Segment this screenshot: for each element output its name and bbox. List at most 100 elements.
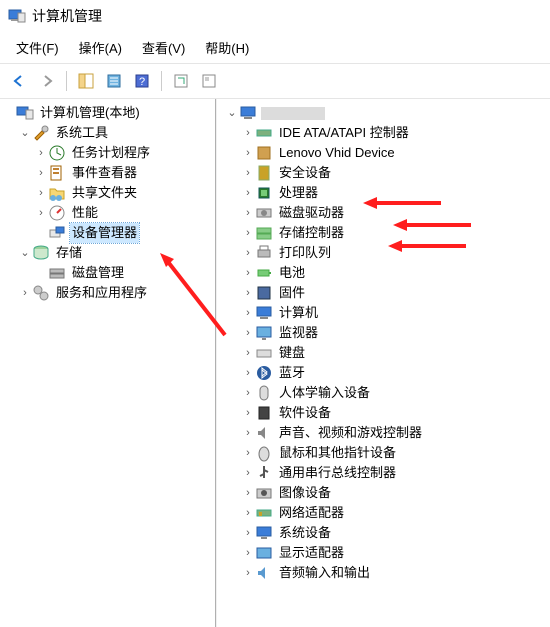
properties-button[interactable]	[101, 68, 127, 94]
dev-mice[interactable]: › 鼠标和其他指针设备	[225, 443, 548, 463]
forward-button[interactable]	[34, 68, 60, 94]
expand-twisty[interactable]: ›	[241, 423, 255, 443]
menu-view[interactable]: 查看(V)	[132, 34, 195, 61]
dev-hid[interactable]: › 人体学输入设备	[225, 383, 548, 403]
tree-event-viewer[interactable]: › 事件查看器	[2, 163, 213, 183]
help-button[interactable]: ?	[129, 68, 155, 94]
tree-label: 性能	[70, 203, 100, 223]
back-button[interactable]	[6, 68, 32, 94]
tree-services-apps[interactable]: › 服务和应用程序	[2, 283, 213, 303]
disk-drive-icon	[255, 204, 273, 222]
expand-twisty[interactable]: ›	[241, 463, 255, 483]
dev-batteries[interactable]: › 电池	[225, 263, 548, 283]
disk-mgmt-icon	[48, 264, 66, 282]
dev-audio-io[interactable]: › 音频输入和输出	[225, 563, 548, 583]
dev-storage-controllers[interactable]: › 存储控制器	[225, 223, 548, 243]
expand-twisty[interactable]: ›	[34, 203, 48, 223]
expand-twisty[interactable]: ›	[241, 363, 255, 383]
expand-twisty[interactable]: ›	[241, 163, 255, 183]
content-panes: 计算机管理(本地) ⌄ 系统工具 › 任务计划程序	[0, 99, 550, 627]
device-label: 图像设备	[277, 483, 333, 503]
tree-task-scheduler[interactable]: › 任务计划程序	[2, 143, 213, 163]
collapse-twisty[interactable]: ⌄	[225, 103, 239, 123]
expand-twisty[interactable]: ›	[241, 263, 255, 283]
battery-icon	[255, 264, 273, 282]
dev-disk-drives[interactable]: › 磁盘驱动器	[225, 203, 548, 223]
expand-twisty[interactable]: ›	[241, 443, 255, 463]
dev-system-devices[interactable]: › 系统设备	[225, 523, 548, 543]
tree-shared-folders[interactable]: › 共享文件夹	[2, 183, 213, 203]
dev-print-queues[interactable]: › 打印队列	[225, 243, 548, 263]
ide-icon	[255, 124, 273, 142]
expand-twisty[interactable]: ›	[34, 143, 48, 163]
dev-display-adapters[interactable]: › 显示适配器	[225, 543, 548, 563]
dev-network[interactable]: › 网络适配器	[225, 503, 548, 523]
dev-keyboards[interactable]: › 键盘	[225, 343, 548, 363]
expand-twisty[interactable]: ›	[241, 403, 255, 423]
tree-device-manager[interactable]: 设备管理器	[2, 223, 213, 243]
extra-button[interactable]	[196, 68, 222, 94]
tree-label: 事件查看器	[70, 163, 139, 183]
dev-bluetooth[interactable]: › 蓝牙	[225, 363, 548, 383]
expand-twisty[interactable]: ›	[241, 203, 255, 223]
expand-twisty[interactable]: ›	[241, 523, 255, 543]
expand-twisty[interactable]: ›	[241, 563, 255, 583]
dev-security[interactable]: › 安全设备	[225, 163, 548, 183]
collapse-twisty[interactable]: ⌄	[18, 123, 32, 143]
expand-twisty[interactable]: ›	[241, 303, 255, 323]
tree-system-tools[interactable]: ⌄ 系统工具	[2, 123, 213, 143]
expand-twisty[interactable]: ›	[241, 503, 255, 523]
tree-storage[interactable]: ⌄ 存储	[2, 243, 213, 263]
expand-twisty[interactable]: ›	[241, 323, 255, 343]
device-label: 安全设备	[277, 163, 333, 183]
expand-twisty[interactable]: ›	[241, 223, 255, 243]
tree-disk-management[interactable]: 磁盘管理	[2, 263, 213, 283]
expand-twisty[interactable]: ›	[18, 283, 32, 303]
device-tree-pane[interactable]: ⌄ › IDE ATA/ATAPI 控制器 › Lenovo Vhid Devi…	[216, 99, 550, 627]
console-tree[interactable]: 计算机管理(本地) ⌄ 系统工具 › 任务计划程序	[0, 99, 215, 307]
tree-label: 任务计划程序	[70, 143, 152, 163]
storage-controller-icon	[255, 224, 273, 242]
services-icon	[32, 284, 50, 302]
hid-icon	[255, 384, 273, 402]
expand-twisty[interactable]: ›	[241, 483, 255, 503]
menu-help[interactable]: 帮助(H)	[195, 34, 259, 61]
refresh-button[interactable]	[168, 68, 194, 94]
dev-software-devices[interactable]: › 软件设备	[225, 403, 548, 423]
window-title: 计算机管理	[32, 6, 102, 26]
expand-twisty[interactable]: ›	[34, 183, 48, 203]
dev-usb[interactable]: › 通用串行总线控制器	[225, 463, 548, 483]
tree-root-computer-management[interactable]: 计算机管理(本地)	[2, 103, 213, 123]
expand-twisty[interactable]: ›	[241, 343, 255, 363]
expand-twisty[interactable]: ›	[241, 243, 255, 263]
expand-twisty[interactable]: ›	[241, 183, 255, 203]
toolbar-divider	[161, 71, 162, 91]
expand-twisty[interactable]: ›	[241, 123, 255, 143]
dev-processors[interactable]: › 处理器	[225, 183, 548, 203]
dev-imaging[interactable]: › 图像设备	[225, 483, 548, 503]
dev-sound[interactable]: › 声音、视频和游戏控制器	[225, 423, 548, 443]
device-tree[interactable]: ⌄ › IDE ATA/ATAPI 控制器 › Lenovo Vhid Devi…	[223, 99, 550, 587]
device-label: 系统设备	[277, 523, 333, 543]
console-tree-pane[interactable]: 计算机管理(本地) ⌄ 系统工具 › 任务计划程序	[0, 99, 216, 627]
expand-twisty[interactable]: ›	[241, 283, 255, 303]
expand-twisty[interactable]: ›	[34, 163, 48, 183]
dev-firmware[interactable]: › 固件	[225, 283, 548, 303]
expand-twisty[interactable]: ›	[241, 383, 255, 403]
dev-monitors[interactable]: › 监视器	[225, 323, 548, 343]
dev-lenovo-vhid[interactable]: › Lenovo Vhid Device	[225, 143, 548, 163]
dev-computer[interactable]: › 计算机	[225, 303, 548, 323]
menu-action[interactable]: 操作(A)	[69, 34, 132, 61]
storage-icon	[32, 244, 50, 262]
collapse-twisty[interactable]: ⌄	[18, 243, 32, 263]
menu-file[interactable]: 文件(F)	[6, 34, 69, 61]
show-hide-tree-button[interactable]	[73, 68, 99, 94]
firmware-icon	[255, 284, 273, 302]
expand-twisty[interactable]: ›	[241, 543, 255, 563]
bluetooth-icon	[255, 364, 273, 382]
device-root[interactable]: ⌄	[225, 103, 548, 123]
dev-ide-ata[interactable]: › IDE ATA/ATAPI 控制器	[225, 123, 548, 143]
app-icon	[8, 7, 26, 25]
tree-performance[interactable]: › 性能	[2, 203, 213, 223]
expand-twisty[interactable]: ›	[241, 143, 255, 163]
